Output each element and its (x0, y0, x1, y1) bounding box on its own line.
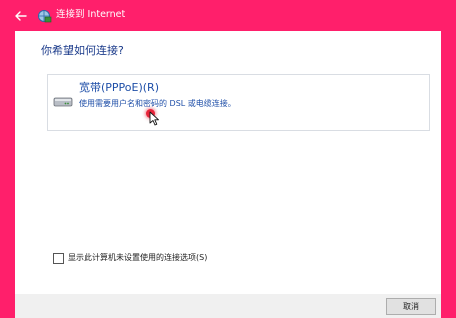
option-description: 使用需要用户名和密码的 DSL 或电缆连接。 (79, 99, 236, 108)
back-button[interactable] (12, 7, 30, 25)
mouse-pointer-icon (149, 111, 161, 127)
title-bar: 连接到 Internet (0, 0, 456, 31)
content-area: 你希望如何连接? 宽带(PPPoE)(R) 使用需要用户名和密码的 DSL 或电… (15, 31, 441, 294)
back-arrow-icon (15, 11, 27, 21)
checkbox[interactable] (53, 253, 64, 264)
option-title: 宽带(PPPoE)(R) (79, 81, 159, 94)
footer-bar (15, 294, 441, 318)
network-icon (36, 8, 52, 24)
checkbox-label: 显示此计算机未设置使用的连接选项(S) (68, 253, 208, 262)
page-heading: 你希望如何连接? (41, 44, 124, 57)
modem-icon (53, 93, 73, 107)
cancel-button[interactable]: 取消 (386, 298, 436, 315)
broadband-pppoe-option[interactable]: 宽带(PPPoE)(R) 使用需要用户名和密码的 DSL 或电缆连接。 (47, 74, 430, 131)
connect-to-internet-window: 连接到 Internet 你希望如何连接? 宽带(PPPoE)(R) 使用需要用… (0, 0, 456, 318)
window-title: 连接到 Internet (56, 9, 126, 20)
